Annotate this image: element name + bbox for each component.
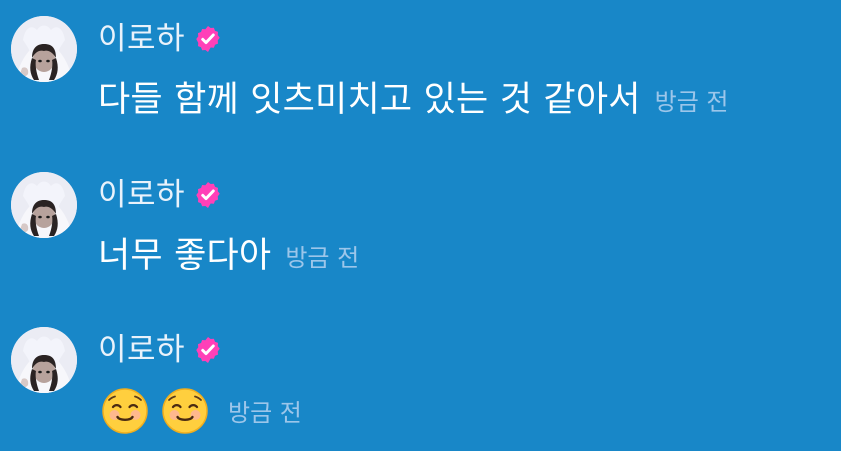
chat-thread: 이로하 다들 함께 잇츠미치고 있는 것 같아서 방금 전 이로하 너무 좋다아…: [0, 0, 841, 451]
emoji-group: [100, 386, 220, 436]
verified-check-icon: [196, 182, 220, 208]
sender-row: 이로하: [98, 173, 223, 217]
profile-avatar[interactable]: [11, 327, 77, 393]
chat-message: 이로하 방금 전: [0, 311, 841, 451]
message-row: 너무 좋다아 방금 전: [98, 230, 359, 282]
message-row: 방금 전: [98, 385, 302, 437]
message-text: 너무 좋다아: [98, 236, 272, 276]
chat-message: 이로하 너무 좋다아 방금 전: [0, 156, 841, 296]
smiling-face-emoji-icon: [102, 388, 148, 434]
chat-message: 이로하 다들 함께 잇츠미치고 있는 것 같아서 방금 전: [0, 0, 841, 140]
message-text: 다들 함께 잇츠미치고 있는 것 같아서: [98, 80, 641, 120]
profile-avatar[interactable]: [11, 16, 77, 82]
sender-name: 이로하: [98, 21, 186, 57]
message-row: 다들 함께 잇츠미치고 있는 것 같아서 방금 전: [98, 74, 729, 126]
message-timestamp: 방금 전: [654, 88, 729, 116]
sender-row: 이로하: [98, 328, 223, 372]
verified-check-icon: [196, 26, 220, 52]
message-timestamp: 방금 전: [285, 244, 360, 272]
smiling-face-emoji-icon: [162, 388, 208, 434]
verified-check-icon: [196, 337, 220, 363]
profile-avatar[interactable]: [11, 172, 77, 238]
message-timestamp: 방금 전: [228, 399, 302, 427]
sender-name: 이로하: [98, 332, 186, 368]
sender-name: 이로하: [98, 177, 186, 213]
sender-row: 이로하: [98, 17, 223, 61]
